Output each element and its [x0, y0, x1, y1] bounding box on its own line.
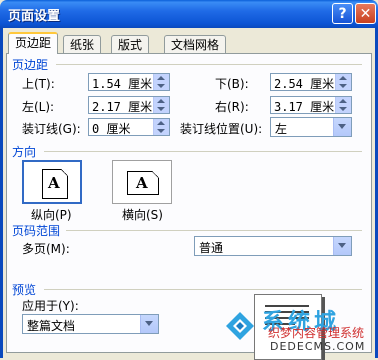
apply-to-value: 整篇文档: [27, 319, 76, 333]
windows-logo-icon: [226, 312, 254, 340]
section-margins: 页边距: [12, 58, 49, 72]
right-margin-label: 右(R):: [215, 100, 249, 114]
top-margin-label: 上(T):: [22, 77, 55, 91]
bottom-margin-label: 下(B):: [215, 77, 249, 91]
spin-arrows[interactable]: [335, 74, 351, 90]
gutter-position-label: 装订线位置(U):: [180, 122, 263, 136]
left-margin-spinner[interactable]: 2.17 厘米: [88, 96, 170, 114]
chevron-down-icon[interactable]: [140, 315, 158, 333]
section-preview: 预览: [12, 283, 37, 297]
tab-doc-grid[interactable]: 文档网格: [164, 35, 227, 53]
landscape-option[interactable]: A: [112, 160, 172, 204]
right-margin-spinner[interactable]: 3.17 厘米: [270, 96, 352, 114]
multiple-pages-select[interactable]: 普通: [194, 236, 352, 256]
landscape-label[interactable]: 横向(S): [122, 206, 163, 223]
spin-arrows[interactable]: [153, 97, 169, 113]
multiple-pages-label: 多页(M):: [22, 242, 70, 256]
close-button[interactable]: ✕: [355, 3, 376, 24]
portrait-option[interactable]: A: [22, 160, 82, 204]
tab-layout[interactable]: 版式: [111, 35, 150, 53]
tab-paper[interactable]: 纸张: [63, 35, 102, 53]
gutter-value: 0 厘米: [92, 122, 131, 136]
spin-arrows[interactable]: [335, 97, 351, 113]
bottom-margin-spinner[interactable]: 2.54 厘米: [270, 73, 352, 91]
apply-to-label: 应用于(Y):: [22, 299, 79, 313]
watermark-line1: 织梦内容管理系统: [268, 326, 365, 340]
watermark-line2: DEDECMS.COM: [270, 340, 366, 353]
divider: [66, 230, 362, 231]
section-pages: 页码范围: [12, 224, 61, 238]
title-bar: 页面设置 ? ✕: [0, 0, 378, 28]
multiple-pages-value: 普通: [199, 241, 224, 255]
top-margin-spinner[interactable]: 1.54 厘米: [88, 73, 170, 91]
section-orientation: 方向: [12, 145, 37, 159]
top-margin-value: 1.54 厘米: [92, 77, 153, 91]
portrait-page-icon: A: [42, 169, 68, 199]
gutter-position-value: 左: [275, 122, 288, 136]
divider: [44, 289, 362, 290]
bottom-margin-value: 2.54 厘米: [274, 77, 335, 91]
divider: [44, 151, 362, 152]
right-margin-value: 3.17 厘米: [274, 100, 335, 114]
spin-arrows[interactable]: [153, 119, 169, 135]
help-button[interactable]: ?: [332, 3, 353, 24]
watermark: 系统城 织梦内容管理系统 DEDECMS.COM: [222, 300, 378, 358]
spin-arrows[interactable]: [153, 74, 169, 90]
window-title: 页面设置: [8, 9, 61, 24]
divider: [56, 64, 362, 65]
left-margin-value: 2.17 厘米: [92, 100, 153, 114]
gutter-spinner[interactable]: 0 厘米: [88, 118, 170, 136]
portrait-label[interactable]: 纵向(P): [31, 206, 72, 223]
tab-margins[interactable]: 页边距: [8, 32, 59, 54]
gutter-label: 装订线(G):: [22, 122, 81, 136]
left-margin-label: 左(L):: [22, 100, 55, 114]
chevron-down-icon[interactable]: [333, 118, 351, 136]
landscape-page-icon: A: [127, 171, 159, 195]
chevron-down-icon[interactable]: [333, 237, 351, 255]
apply-to-select[interactable]: 整篇文档: [22, 314, 159, 334]
gutter-position-select[interactable]: 左: [270, 117, 352, 137]
